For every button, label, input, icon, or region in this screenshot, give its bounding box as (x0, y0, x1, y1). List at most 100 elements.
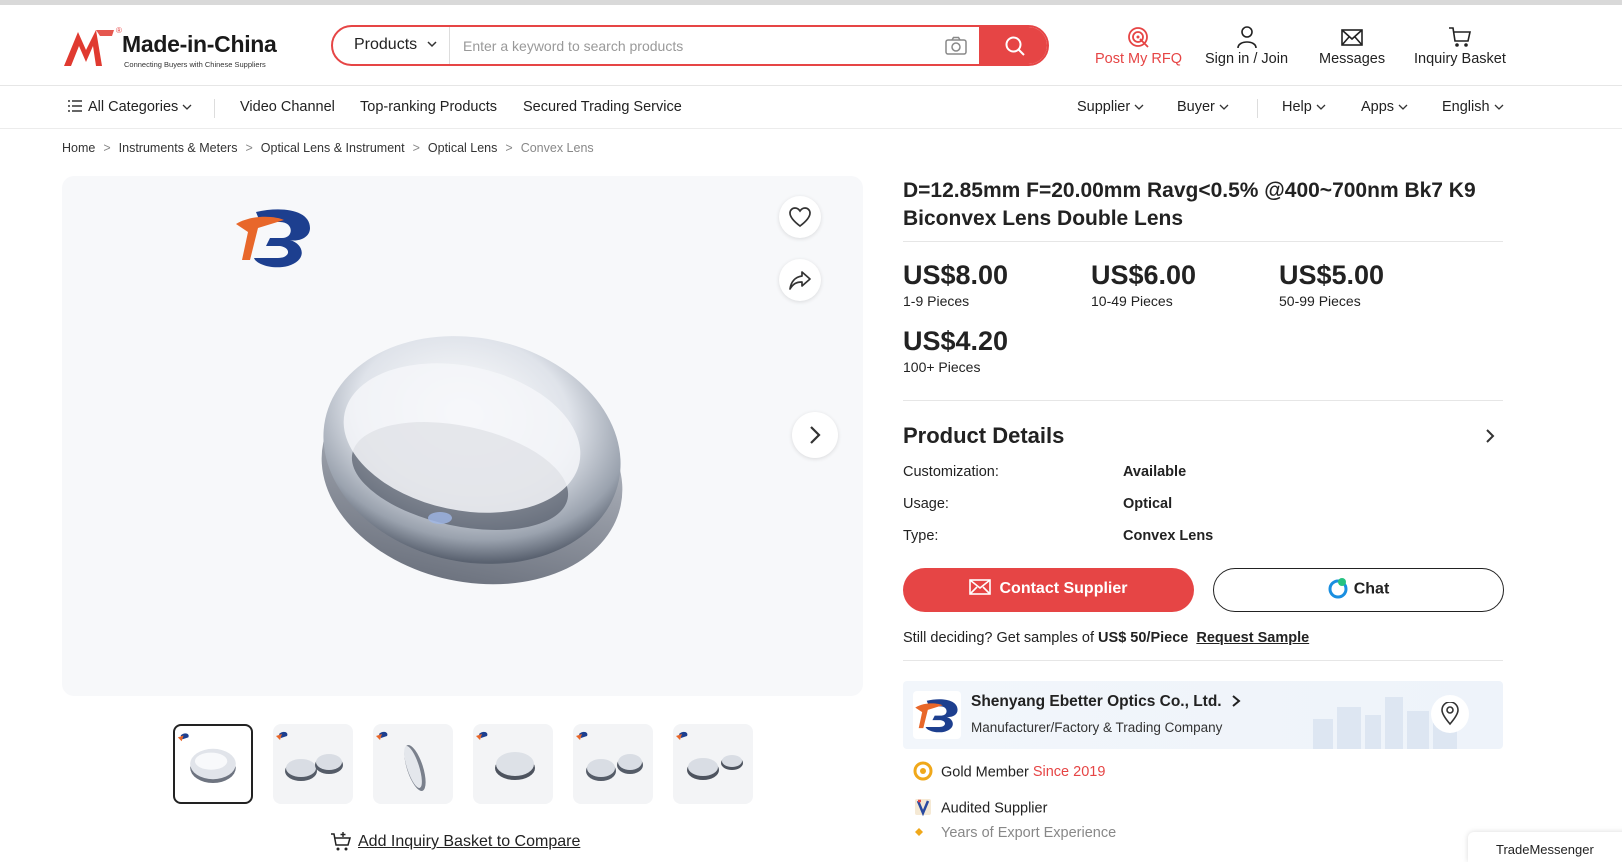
messages-link[interactable]: Messages (1319, 25, 1385, 67)
messages-label: Messages (1319, 51, 1386, 67)
attribute-label: Type: (903, 528, 939, 544)
secured-trading-link[interactable]: Secured Trading Service (523, 99, 682, 115)
attribute-value: Optical (1123, 496, 1173, 512)
contact-supplier-button[interactable]: Contact Supplier (903, 568, 1194, 612)
chevron-down-icon (1494, 104, 1504, 111)
sign-in-label: Sign in / Join (1205, 51, 1289, 67)
chevron-down-icon (1316, 104, 1326, 111)
thumbnail[interactable] (273, 724, 353, 804)
chevron-right-icon (1232, 695, 1241, 707)
breadcrumb: Home > Instruments & Meters > Optical Lens &… (62, 140, 594, 155)
thumbnail-lens-image (576, 731, 643, 781)
thumbnail[interactable] (673, 724, 753, 804)
site-logo[interactable]: ® Made-in-China Connecting Buyers with C… (62, 26, 292, 70)
member-since: Since 2019 (1032, 764, 1106, 781)
divider (903, 400, 1503, 401)
cart-icon (1448, 27, 1471, 47)
buyer-menu-label: Buyer (1177, 99, 1215, 115)
search-input[interactable] (451, 27, 931, 64)
price-amount: US$4.20 (903, 326, 1009, 356)
chat-button[interactable]: Chat (1213, 568, 1504, 612)
video-channel-link[interactable]: Video Channel (240, 99, 335, 115)
help-menu-label: Help (1282, 99, 1312, 115)
favorite-button[interactable] (779, 196, 821, 238)
sample-text: Still deciding? Get samples of (903, 630, 1095, 646)
search-bar: Products (331, 25, 1049, 66)
share-button[interactable] (779, 259, 821, 301)
diamond-bullet-icon (915, 827, 923, 836)
attribute-label: Usage: (903, 496, 949, 512)
top-ranking-link[interactable]: Top-ranking Products (360, 99, 497, 115)
sign-in-link[interactable]: Sign in / Join (1205, 25, 1288, 67)
supplier-logo[interactable] (913, 691, 961, 739)
supplier-menu[interactable]: Supplier (1077, 99, 1144, 115)
language-menu-label: English (1442, 99, 1490, 115)
trade-messenger-widget[interactable]: TradeMessenger (1468, 832, 1622, 862)
trade-messenger-label: TradeMessenger (1496, 842, 1594, 857)
audited-supplier-label: Audited Supplier (941, 800, 1048, 817)
add-to-compare-link[interactable]: Add Inquiry Basket to Compare (330, 832, 580, 852)
mail-icon (1341, 29, 1363, 46)
supplier-name: Shenyang Ebetter Optics Co., Ltd. (971, 693, 1222, 710)
apps-menu[interactable]: Apps (1361, 99, 1408, 115)
next-image-button[interactable] (792, 412, 838, 458)
inquiry-basket-link[interactable]: Inquiry Basket (1414, 25, 1506, 67)
export-experience-row: Years of Export Experience (913, 825, 1116, 841)
thumbnail[interactable] (173, 724, 253, 804)
price-tier: US$8.00 1-9 Pieces (903, 260, 1008, 309)
supplier-location-button[interactable] (1431, 695, 1469, 733)
breadcrumb-separator: > (245, 140, 253, 155)
chevron-down-icon (1134, 104, 1144, 111)
search-category-select[interactable]: Products (333, 27, 450, 64)
search-category-label: Products (354, 36, 418, 53)
request-sample-link[interactable]: Request Sample (1196, 630, 1309, 646)
price-quantity: 1-9 Pieces (903, 293, 970, 309)
breadcrumb-optical-instrument[interactable]: Optical Lens & Instrument (261, 141, 405, 155)
attribute-value: Available (1123, 464, 1187, 480)
breadcrumb-separator: > (103, 140, 111, 155)
camera-search-icon[interactable] (943, 34, 969, 58)
post-rfq-link[interactable]: Post My RFQ (1095, 25, 1182, 67)
all-categories-menu[interactable]: All Categories (68, 99, 192, 115)
inquiry-basket-label: Inquiry Basket (1414, 51, 1506, 67)
breadcrumb-separator: > (505, 140, 513, 155)
export-experience-label: Years of Export Experience (941, 825, 1117, 841)
breadcrumb-instruments[interactable]: Instruments & Meters (119, 141, 238, 155)
supplier-name-link[interactable]: Shenyang Ebetter Optics Co., Ltd. (971, 693, 1242, 711)
language-menu[interactable]: English (1442, 99, 1504, 115)
attribute-label: Customization: (903, 464, 999, 480)
cart-add-icon (331, 832, 351, 851)
price-quantity: 10-49 Pieces (1091, 293, 1173, 309)
chevron-right-icon[interactable] (1482, 428, 1498, 444)
share-icon (789, 271, 811, 290)
product-image-gallery[interactable] (62, 176, 863, 696)
thumbnail-lens-image (676, 731, 743, 780)
price-quantity: 50-99 Pieces (1279, 293, 1361, 309)
audited-supplier-badge: Audited Supplier (913, 799, 1048, 817)
thumbnail[interactable] (373, 724, 453, 804)
chevron-down-icon (1398, 104, 1408, 111)
price-tier: US$4.20 100+ Pieces (903, 326, 1008, 375)
divider (903, 241, 1503, 242)
buyer-menu[interactable]: Buyer (1177, 99, 1229, 115)
breadcrumb-home[interactable]: Home (62, 141, 95, 155)
product-details-heading[interactable]: Product Details (903, 423, 1064, 449)
help-menu[interactable]: Help (1282, 99, 1326, 115)
thumbnail-lens-image (177, 733, 236, 783)
nav-divider (1257, 99, 1258, 118)
heart-icon (789, 207, 811, 228)
supplier-brand-logo-icon (915, 699, 958, 733)
post-rfq-label: Post My RFQ (1095, 51, 1183, 67)
product-lens-image (321, 336, 623, 585)
breadcrumb-separator: > (412, 140, 420, 155)
search-button[interactable] (979, 27, 1047, 64)
price-tier: US$5.00 50-99 Pieces (1279, 260, 1384, 309)
contact-supplier-label: Contact Supplier (999, 580, 1128, 597)
sample-price: US$ 50/Piece (1098, 630, 1189, 646)
thumbnail[interactable] (573, 724, 653, 804)
breadcrumb-optical-lens[interactable]: Optical Lens (428, 141, 497, 155)
thumbnail[interactable] (473, 724, 553, 804)
product-title: D=12.85mm F=20.00mm Ravg<0.5% @400~700nm… (903, 179, 1476, 230)
price-amount: US$5.00 (1279, 260, 1385, 290)
category-nav: All Categories Video Channel Top-ranking… (0, 87, 1622, 129)
